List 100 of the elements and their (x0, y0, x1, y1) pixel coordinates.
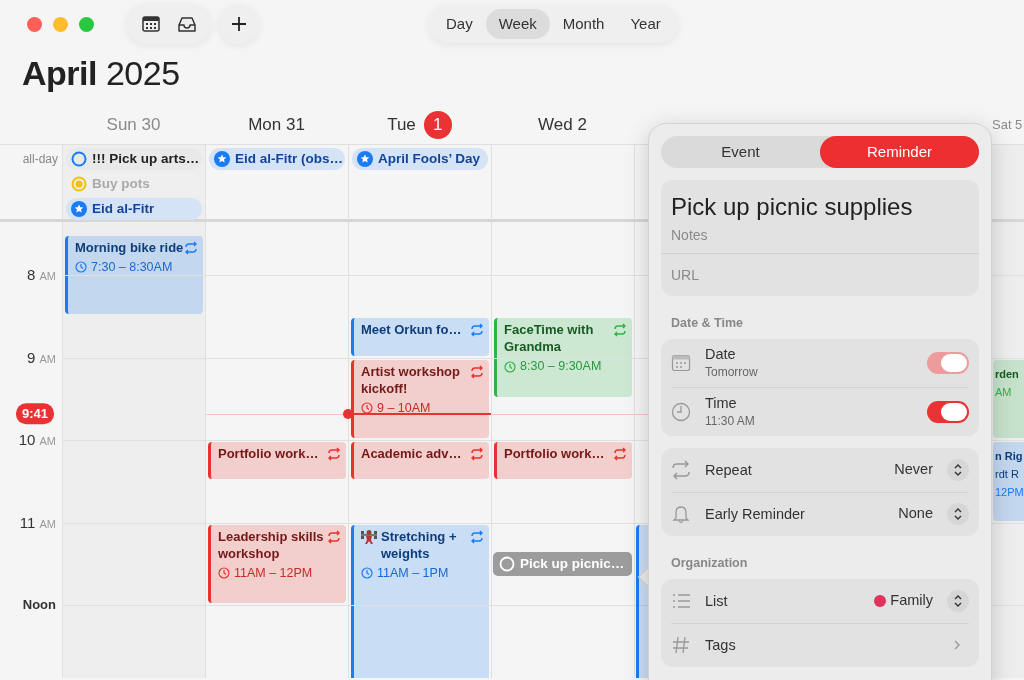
row-value: Family (890, 590, 933, 610)
holiday-item[interactable]: April Fools’ Day (352, 148, 488, 170)
event-time: 9 – 10AM (377, 399, 431, 417)
view-tab[interactable]: Week (485, 9, 550, 39)
repeat-icon (470, 447, 484, 461)
clock-icon (504, 360, 516, 373)
event-card[interactable]: Artist workshop kickoff! 9 – 10AM (351, 359, 489, 438)
circle-icon (499, 555, 515, 572)
reminder-item[interactable]: !!! Pick up arts… (66, 148, 202, 170)
row-label: Time (705, 393, 738, 412)
toggle-switch[interactable] (927, 351, 969, 374)
event-title: Artist workshop kickoff! (361, 362, 461, 397)
calendar-icon (671, 352, 691, 373)
view-tab[interactable]: Month (549, 9, 618, 39)
event-card[interactable] (636, 524, 648, 678)
row-label: Early Reminder (705, 505, 805, 524)
hour-label: Noon (22, 596, 56, 615)
clock-icon (671, 401, 691, 422)
stepper-button[interactable] (947, 503, 969, 526)
event-text: rden (995, 366, 1020, 382)
event-title: Portfolio work… (218, 445, 320, 462)
event-card[interactable]: Meet Orkun fo… (351, 318, 489, 356)
row-label: Date (705, 344, 737, 363)
hash-icon (671, 635, 691, 655)
hour-label: 8 AM (27, 264, 56, 285)
weightlifter-icon (361, 527, 377, 544)
row-value: Never (894, 459, 933, 479)
event-card[interactable]: Morning bike ride 7:30 – 8:30AM (65, 235, 203, 315)
section-heading: Organization (671, 554, 749, 572)
clock-icon (361, 566, 373, 579)
event-text: n Rig (995, 449, 1024, 464)
repeat-icon (470, 364, 484, 379)
day-header: Sun 30 (106, 114, 161, 137)
stepper-button[interactable] (947, 458, 969, 481)
event-title: FaceTime with Grandma (504, 321, 595, 356)
repeat-icon (327, 529, 341, 544)
row-detail: Tomorrow (705, 363, 758, 381)
event-card[interactable]: Stretching + weights 11AM – 1PM (351, 524, 489, 678)
row-label: List (705, 591, 728, 610)
event-card[interactable]: n Rig rdt R 12PM (993, 442, 1024, 521)
event-card[interactable]: FaceTime with Grandma 8:30 – 9:30AM (494, 318, 632, 397)
day-header: Tue (387, 114, 416, 137)
hour-label: 9 AM (27, 347, 56, 368)
clock-icon (75, 261, 87, 274)
hour-label: 11 AM (19, 512, 56, 533)
plus-icon (230, 15, 248, 33)
clock-icon (361, 401, 373, 414)
holiday-item[interactable]: Eid al-Fitr (66, 198, 202, 220)
event-card[interactable]: Leadership skills workshop 11AM – 12PM (208, 524, 346, 603)
event-time: 8:30 – 9:30AM (520, 358, 602, 376)
row-detail: 11:30 AM (705, 412, 755, 430)
current-time-badge: 9:41 (16, 403, 55, 425)
calendar-icon (142, 15, 160, 33)
event-card[interactable]: Portfolio work… (208, 442, 346, 480)
now-dot (343, 408, 353, 419)
chevron-icon (953, 639, 961, 651)
event-title: Morning bike ride (75, 238, 185, 256)
event-title: Portfolio work… (504, 445, 606, 462)
type-tab[interactable]: Event (661, 136, 820, 168)
type-tab[interactable]: Reminder (820, 136, 979, 168)
repeat-icon (470, 529, 484, 544)
year-title: 2025 (104, 54, 180, 92)
close-button[interactable] (27, 16, 42, 32)
view-tab[interactable]: Day (433, 9, 486, 39)
notes-field[interactable]: Notes (661, 224, 979, 254)
event-time: 11AM – 1PM (377, 564, 449, 582)
event-text: 12PM (995, 485, 1024, 500)
toggle-switch[interactable] (927, 400, 969, 423)
repeat-icon (613, 323, 627, 338)
repeat-icon (671, 459, 691, 480)
event-time: 7:30 – 8:30AM (91, 258, 173, 276)
stepper-icon (952, 593, 964, 608)
repeat-icon (327, 447, 341, 461)
inbox-icon (177, 15, 197, 33)
bell-icon (671, 504, 691, 525)
view-tab[interactable]: Year (617, 9, 674, 39)
event-text: AM (995, 384, 1013, 400)
event-title: Stretching + weights (381, 527, 458, 562)
repeat-icon (613, 447, 627, 461)
event-title: Meet Orkun fo… (361, 321, 463, 339)
day-header: Wed 2 (538, 114, 587, 137)
repeat-icon (470, 323, 484, 338)
row-value: None (898, 504, 933, 524)
event-time: 11AM – 12PM (234, 564, 313, 582)
url-field[interactable]: URL (661, 254, 979, 296)
day-header: Mon 31 (248, 114, 305, 137)
all-day-label: all-day (22, 152, 58, 166)
event-card[interactable]: Portfolio work… (494, 442, 632, 480)
holiday-item[interactable]: Eid al-Fitr (obs… (209, 148, 345, 170)
hour-label: 10 AM (18, 429, 56, 450)
clock-icon (218, 566, 230, 579)
row-label: Tags (705, 636, 736, 654)
event-title: Academic adv… (361, 445, 463, 462)
event-text: rdt R (995, 467, 1020, 482)
event-card[interactable]: Academic adv… (351, 442, 489, 480)
stepper-button[interactable] (947, 589, 969, 612)
event-card[interactable]: rden AM (993, 359, 1024, 438)
title-field[interactable]: Pick up picnic supplies (661, 180, 979, 224)
day-header: Sat 5 (992, 116, 1023, 135)
stepper-icon (952, 507, 964, 522)
